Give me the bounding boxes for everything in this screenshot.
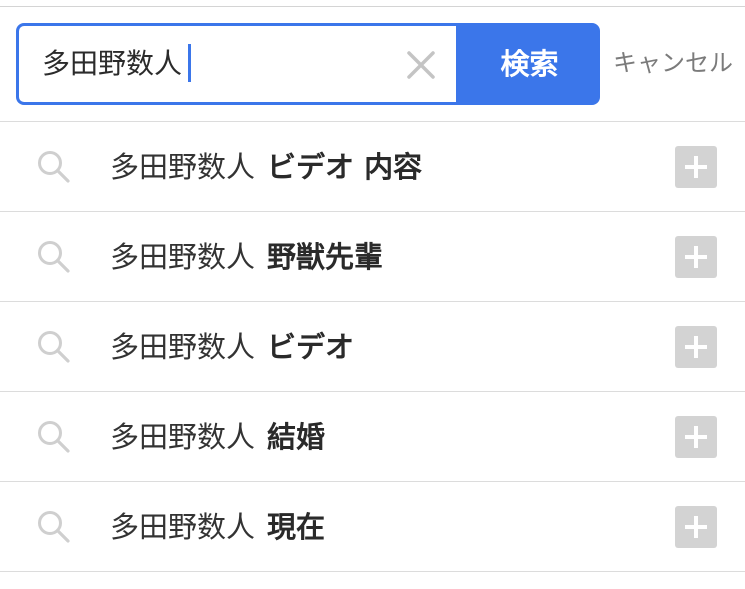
fill-suggestion-button[interactable] (675, 146, 717, 188)
search-input[interactable]: 多田野数人 (19, 26, 456, 102)
search-icon (38, 421, 70, 453)
search-bar: 多田野数人 検索 (16, 23, 600, 105)
suggestion-item[interactable]: 多田野数人 現在 (0, 482, 745, 572)
suggestion-item[interactable]: 多田野数人 ビデオ 内容 (0, 122, 745, 212)
fill-suggestion-button[interactable] (675, 236, 717, 278)
fill-suggestion-button[interactable] (675, 506, 717, 548)
search-icon (38, 511, 70, 543)
search-query-text: 多田野数人 (42, 47, 183, 80)
suggestion-item[interactable]: 多田野数人 野獣先輩 (0, 212, 745, 302)
close-icon (407, 51, 435, 79)
suggestion-suffix: 現在 (267, 510, 326, 544)
suggestion-item[interactable]: 多田野数人 結婚 (0, 392, 745, 482)
plus-icon (685, 516, 707, 538)
cancel-button[interactable]: キャンセル (613, 46, 733, 80)
search-icon (38, 151, 70, 183)
suggestion-suffix: 野獣先輩 (267, 240, 384, 274)
suggestion-suffix: 結婚 (267, 420, 326, 454)
suggestion-suffix: ビデオ 内容 (267, 150, 423, 184)
plus-icon (685, 156, 707, 178)
suggestion-prefix: 多田野数人 (110, 330, 256, 364)
suggestion-prefix: 多田野数人 (110, 150, 256, 184)
text-caret (188, 44, 192, 82)
suggestion-suffix: ビデオ (267, 330, 355, 364)
search-icon (38, 331, 70, 363)
top-divider (0, 6, 745, 7)
suggestion-prefix: 多田野数人 (110, 240, 256, 274)
plus-icon (685, 426, 707, 448)
plus-icon (685, 246, 707, 268)
search-button[interactable]: 検索 (459, 23, 600, 105)
suggestion-prefix: 多田野数人 (110, 510, 256, 544)
suggestion-item[interactable]: 多田野数人 ビデオ (0, 302, 745, 392)
clear-search-button[interactable] (404, 48, 438, 82)
plus-icon (685, 336, 707, 358)
fill-suggestion-button[interactable] (675, 326, 717, 368)
suggestion-list: 多田野数人 ビデオ 内容 多田野数人 野獣先輩 多田野数人 ビデオ 多田野数人 … (0, 121, 745, 572)
search-icon (38, 241, 70, 273)
suggestion-prefix: 多田野数人 (110, 420, 256, 454)
fill-suggestion-button[interactable] (675, 416, 717, 458)
